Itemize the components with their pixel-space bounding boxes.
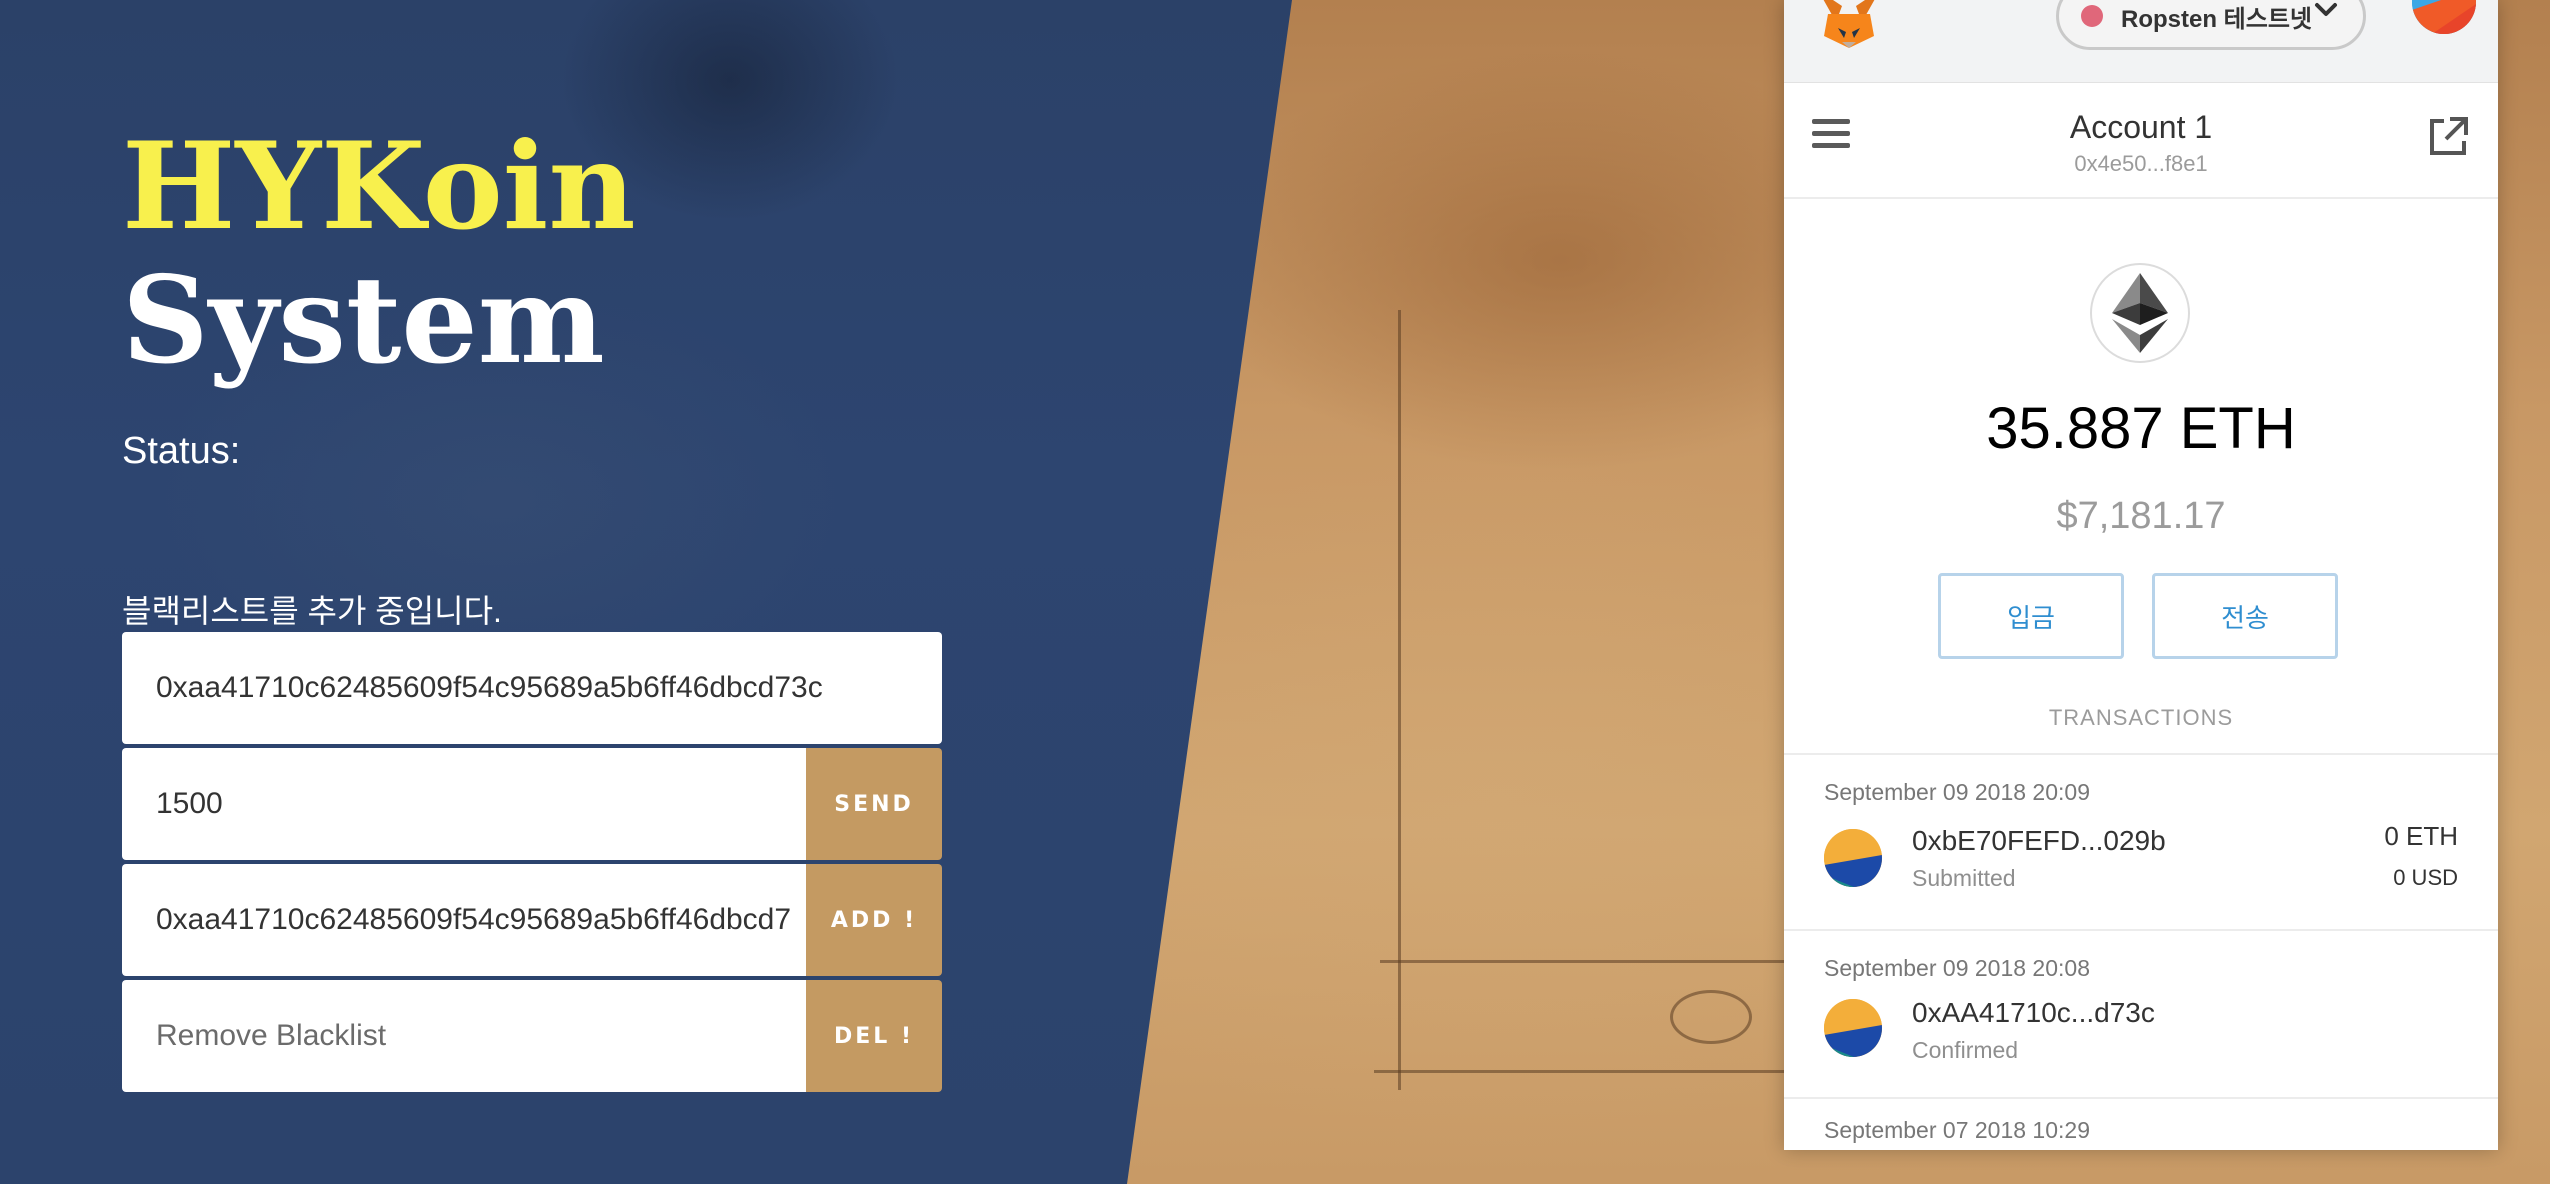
remove-blacklist-field[interactable]: Remove Blacklist [122, 980, 806, 1092]
metamask-fox-icon [1814, 0, 1884, 55]
balance-section: 35.887 ETH $7,181.17 입금 전송 TRANSACTIONS [1784, 199, 2498, 755]
page-title: HYKoin System [122, 120, 942, 388]
transaction-row[interactable]: September 09 2018 20:09 0xbE70FEFD...029… [1784, 755, 2498, 931]
add-blacklist-field[interactable]: 0xaa41710c62485609f54c95689a5b6ff46dbcd7 [122, 864, 806, 976]
sketch-line [1374, 1070, 1794, 1073]
title-line-2: System [122, 250, 605, 391]
sketch-line [1398, 310, 1401, 1090]
send-button[interactable]: SEND [806, 748, 942, 860]
title-line-1: HYKoin [122, 116, 636, 257]
transaction-date: September 07 2018 10:29 [1824, 1117, 2090, 1143]
transaction-usd: 0 USD [2393, 865, 2458, 890]
status-label: Status: [122, 430, 241, 472]
account-name[interactable]: Account 1 [1784, 109, 2498, 146]
add-button[interactable]: ADD ! [806, 864, 942, 976]
del-button[interactable]: DEL ! [806, 980, 942, 1092]
hero-content: HYKoin System Status: 블랙리스트를 추가 중입니다. 0x… [122, 120, 942, 1092]
transaction-row[interactable]: September 09 2018 20:08 0xAA41710c...d73… [1784, 931, 2498, 1099]
account-header: Account 1 0x4e50...f8e1 [1784, 83, 2498, 199]
notice-text: 블랙리스트를 추가 중입니다. [122, 593, 502, 629]
blacklist-form: 0xaa41710c62485609f54c95689a5b6ff46dbcd7… [122, 632, 942, 1096]
metamask-topbar: Ropsten 테스트넷 [1784, 0, 2498, 83]
amount-field[interactable]: 1500 [122, 748, 806, 860]
sketch-ellipse [1670, 990, 1752, 1044]
transaction-date: September 09 2018 20:09 [1824, 779, 2090, 805]
transaction-address: 0xAA41710c...d73c [1912, 997, 2155, 1028]
balance-usd: $7,181.17 [2056, 495, 2226, 537]
send-eth-button[interactable]: 전송 [2152, 573, 2338, 659]
deposit-button[interactable]: 입금 [1938, 573, 2124, 659]
transaction-amount: 0 ETH [2384, 821, 2458, 851]
balance-eth: 35.887 ETH [1986, 396, 2296, 461]
network-status-dot [2081, 5, 2103, 27]
identicon-icon [1824, 999, 1882, 1057]
external-link-icon[interactable] [2424, 113, 2472, 166]
transaction-status: Submitted [1912, 865, 2016, 891]
transactions-heading: TRANSACTIONS [2048, 705, 2234, 730]
identicon-icon [1824, 829, 1882, 887]
transaction-address: 0xbE70FEFD...029b [1912, 825, 2166, 856]
transaction-status: Confirmed [1912, 1037, 2019, 1063]
metamask-popup: Ropsten 테스트넷 Account 1 0x4e50...f8e1 35.… [1784, 0, 2498, 1150]
chevron-down-icon [2313, 0, 2339, 24]
transaction-row[interactable]: September 07 2018 10:29 [1784, 1099, 2498, 1150]
identicon-icon[interactable] [2412, 0, 2476, 34]
address-field[interactable]: 0xaa41710c62485609f54c95689a5b6ff46dbcd7… [122, 632, 942, 744]
ethereum-icon [2090, 263, 2190, 363]
account-address[interactable]: 0x4e50...f8e1 [1784, 151, 2498, 177]
sketch-line [1380, 960, 1800, 963]
transaction-date: September 09 2018 20:08 [1824, 955, 2090, 981]
network-selector[interactable]: Ropsten 테스트넷 [2056, 0, 2366, 50]
network-label: Ropsten 테스트넷 [2121, 5, 2312, 33]
